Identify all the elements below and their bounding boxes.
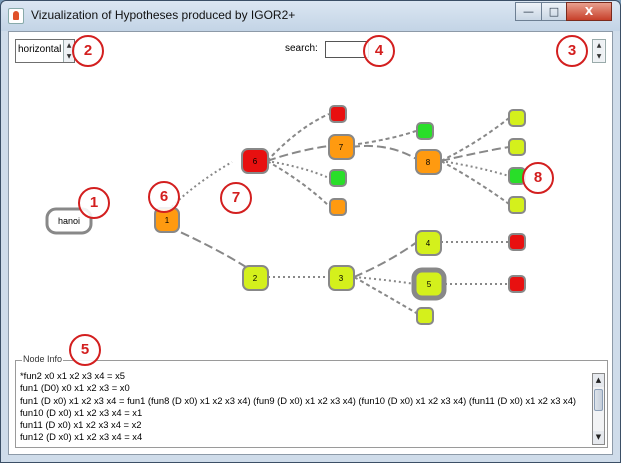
leaf-node-9[interactable] [508, 233, 526, 251]
node-6-label: 6 [253, 157, 258, 166]
edge-7-leaf4 [350, 130, 417, 146]
main-panel: horizontal ▲ ▼ search: ▲ ▼ hanoi 1 6 2 7… [8, 31, 613, 455]
node-8-label: 8 [426, 158, 431, 167]
search-label: search: [285, 43, 318, 54]
edge-1-2 [168, 226, 247, 268]
node-3-label: 3 [339, 274, 344, 283]
title-bar[interactable]: Vizualization of Hypotheses produced by … [1, 1, 620, 31]
node-info-title: Node Info [22, 354, 64, 364]
edge-3-leaf11 [353, 276, 419, 315]
root-node-label: hanoi [58, 216, 80, 226]
node-info-line: *fun2 x0 x1 x2 x3 x4 = x5 [20, 370, 126, 381]
scroll-thumb[interactable] [594, 389, 603, 411]
node-4-label: 4 [426, 239, 431, 248]
leaf-node-1[interactable] [329, 105, 347, 123]
annotation-badge-7: 7 [220, 182, 252, 214]
maximize-button[interactable]: □ [541, 2, 567, 21]
edge-3-4 [353, 241, 418, 278]
edge-6-leaf1 [266, 113, 330, 162]
edge-8-leaf6 [440, 146, 510, 162]
node-info-text[interactable]: *fun2 x0 x1 x2 x3 x4 = x5 fun1 (D0) x0 x… [20, 370, 586, 446]
annotation-badge-2: 2 [72, 35, 104, 67]
node-info-scrollbar[interactable]: ▲ ▼ [592, 373, 605, 445]
node-5-selected[interactable]: 5 [411, 267, 447, 301]
annotation-badge-1: 1 [78, 187, 110, 219]
annotation-badge-8: 8 [522, 162, 554, 194]
annotation-badge-4: 4 [363, 35, 395, 67]
node-info-line: fun1 (D x0) x1 x2 x3 x4 = fun1 (fun8 (D … [20, 394, 577, 406]
node-8[interactable]: 8 [415, 149, 442, 175]
depth-spinner[interactable]: ▲ ▼ [592, 39, 606, 63]
close-button[interactable]: X [566, 2, 612, 21]
leaf-node-3[interactable] [329, 198, 347, 216]
scroll-up-icon[interactable]: ▲ [593, 374, 604, 387]
node-1-label: 1 [165, 216, 170, 225]
orientation-spinner[interactable]: horizontal ▲ ▼ [15, 39, 75, 63]
edge-8-leaf8 [440, 160, 510, 205]
depth-spin-up-icon[interactable]: ▲ [594, 40, 604, 51]
leaf-node-2[interactable] [329, 169, 347, 187]
leaf-node-6[interactable] [508, 138, 526, 156]
node-6[interactable]: 6 [241, 148, 269, 174]
orientation-value: horizontal [18, 44, 62, 55]
annotation-badge-5: 5 [69, 334, 101, 366]
window-title: Vizualization of Hypotheses produced by … [31, 8, 296, 22]
edge-8-leaf7 [440, 160, 510, 177]
node-7-label: 7 [339, 143, 344, 152]
leaf-node-5[interactable] [508, 109, 526, 127]
leaf-node-11[interactable] [416, 307, 434, 325]
scroll-down-icon[interactable]: ▼ [593, 431, 604, 444]
leaf-node-10[interactable] [508, 275, 526, 293]
leaf-node-8[interactable] [508, 196, 526, 214]
node-info-panel: Node Info *fun2 x0 x1 x2 x3 x4 = x5 fun1… [15, 354, 608, 448]
edge-8-leaf5 [440, 117, 510, 162]
node-info-line: fun11 (D x0) x1 x2 x3 x4 = x2 [20, 419, 142, 431]
edge-6-7 [266, 145, 330, 162]
node-5-label: 5 [427, 280, 432, 289]
edge-6-leaf2 [266, 160, 330, 179]
node-3[interactable]: 3 [328, 265, 355, 291]
annotation-badge-6: 6 [148, 181, 180, 213]
edge-7-8 [350, 144, 419, 161]
node-info-line: fun1 (D0) x0 x1 x2 x3 = x0 [20, 382, 130, 394]
node-2[interactable]: 2 [242, 265, 269, 291]
node-2-label: 2 [253, 274, 258, 283]
node-info-line: fun12 (D x0) x1 x2 x3 x4 = x4 [20, 431, 143, 443]
depth-spin-down-icon[interactable]: ▼ [594, 51, 604, 62]
node-4[interactable]: 4 [415, 230, 442, 256]
minimize-button[interactable]: — [515, 2, 542, 21]
node-info-line: fun10 (D x0) x1 x2 x3 x4 = x1 [20, 406, 143, 418]
java-app-icon [8, 8, 24, 24]
leaf-node-4[interactable] [416, 122, 434, 140]
node-7[interactable]: 7 [328, 134, 355, 160]
annotation-badge-3: 3 [556, 35, 588, 67]
app-window: Vizualization of Hypotheses produced by … [0, 0, 621, 463]
